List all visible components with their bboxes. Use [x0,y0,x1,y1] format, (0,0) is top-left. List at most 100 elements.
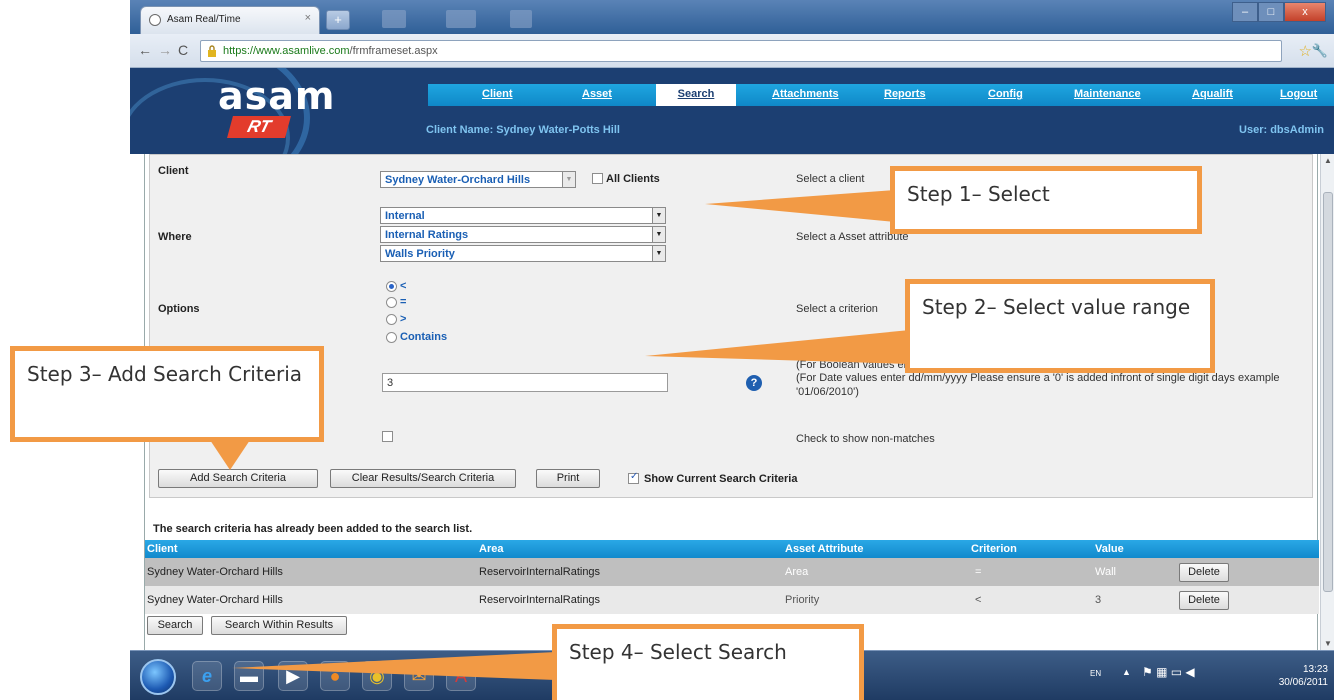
access-icon[interactable]: A [446,661,476,691]
criterion-radio-lt[interactable] [386,281,397,292]
chevron-down-icon: ▼ [562,172,575,187]
chevron-down-icon: ▼ [652,208,665,223]
all-clients-checkbox[interactable] [592,173,603,184]
nav-client[interactable]: Client [482,88,513,100]
start-button[interactable] [140,659,176,695]
criterion-radio-eq[interactable] [386,297,397,308]
criterion-label-contains: Contains [400,331,448,343]
close-window-button[interactable]: x [1284,2,1326,22]
value-help-1: Select a value [796,345,866,357]
outlook-icon[interactable]: ✉ [404,661,434,691]
where-select-1[interactable]: Internal ▼ [380,207,666,224]
criterion-radio-gt[interactable] [386,314,397,325]
where-label: Where [158,231,192,243]
all-clients-label: All Clients [606,173,660,185]
bookmark-star-icon[interactable]: ☆ [1299,42,1312,60]
page-scrollbar[interactable]: ▲ ▼ [1320,154,1334,650]
media-player-icon[interactable]: ▶ [278,661,308,691]
firefox-icon[interactable]: ● [320,661,350,691]
scroll-down-icon[interactable]: ▼ [1324,639,1332,648]
value-help-2: (For Boolean values enter [796,359,923,371]
nav-logout[interactable]: Logout [1280,88,1317,100]
tab-close-icon[interactable]: × [305,12,311,24]
results-table-header: Client Area Asset Attribute Criterion Va… [145,540,1319,558]
minimize-button[interactable]: – [1232,2,1258,22]
client-select-value: Sydney Water-Orchard Hills [385,174,531,186]
address-bar[interactable]: https://www.asamlive.com/frmframeset.asp… [200,40,1282,62]
search-button[interactable]: Search [147,616,203,635]
where-select-2[interactable]: Internal Ratings ▼ [380,226,666,243]
col-value: Value [1095,543,1124,555]
delete-button[interactable]: Delete [1179,591,1229,610]
scroll-thumb[interactable] [1323,192,1333,592]
where-select-3[interactable]: Walls Priority ▼ [380,245,666,262]
where-select-2-value: Internal Ratings [385,229,469,241]
background-window-icon [382,10,406,28]
delete-button[interactable]: Delete [1179,563,1229,582]
wrench-icon[interactable]: 🔧 [1312,43,1328,59]
show-current-criteria-checkbox[interactable] [628,471,639,484]
value-help-4: '01/06/2010') [796,386,859,398]
browser-tab[interactable]: Asam Real/Time × [140,6,320,34]
cell-value: 3 [1095,594,1102,606]
options-label: Options [158,303,200,315]
criterion-label-gt: > [400,313,407,325]
url-path-part: /frmframeset.aspx [349,45,438,57]
logo-rt-badge: RT [227,116,291,138]
ie-icon[interactable]: e [192,661,222,691]
forward-arrow-icon[interactable]: → [158,42,172,58]
window-controls: – □ x [1232,2,1326,22]
folder-icon[interactable]: ▬ [234,661,264,691]
nav-config[interactable]: Config [988,88,1023,100]
table-row: Sydney Water-Orchard Hills ReservoirInte… [145,558,1319,586]
nav-search[interactable]: Search [656,84,736,106]
non-matches-checkbox[interactable] [382,431,393,442]
reload-icon[interactable]: C [178,42,188,58]
value-input[interactable]: 3 [382,373,668,392]
language-indicator[interactable]: EN [1090,669,1101,678]
app-header: asam RT Client Asset Search Attachments … [130,68,1334,154]
criterion-radio-contains[interactable] [386,332,397,343]
system-clock[interactable]: 13:23 30/06/2011 [1279,663,1328,689]
where-select-3-value: Walls Priority [385,248,455,260]
step2-text: Step 2– Select value range [922,295,1191,319]
nav-maintenance[interactable]: Maintenance [1074,88,1141,100]
nav-reports[interactable]: Reports [884,88,926,100]
nav-attachments[interactable]: Attachments [772,88,839,100]
step1-callout: Step 1– Select [890,166,1202,234]
col-client: Client [147,543,178,555]
where-select-1-value: Internal [385,210,425,222]
help-question-icon[interactable]: ? [746,375,762,391]
cell-criterion: = [975,566,982,578]
clear-results-button[interactable]: Clear Results/Search Criteria [330,469,516,488]
cell-attribute: Priority [785,594,820,606]
chevron-down-icon: ▼ [652,227,665,242]
print-button[interactable]: Print [536,469,600,488]
nav-aqualift[interactable]: Aqualift [1192,88,1233,100]
nav-asset[interactable]: Asset [582,88,612,100]
cell-criterion: < [975,594,982,606]
client-name-label: Client Name: Sydney Water-Potts Hill [426,124,620,136]
chrome-icon[interactable]: ◉ [362,661,392,691]
tray-expand-icon[interactable]: ▲ [1122,667,1131,677]
table-row: Sydney Water-Orchard Hills ReservoirInte… [145,586,1319,614]
cell-area: ReservoirInternalRatings [479,566,601,578]
step3-text: Step 3– Add Search Criteria [27,362,303,386]
cell-value: Wall [1095,566,1116,578]
asam-logo: asam [218,74,336,118]
browser-toolbar: ← → C https://www.asamlive.com/frmframes… [130,34,1334,68]
maximize-button[interactable]: □ [1258,2,1284,22]
search-within-results-button[interactable]: Search Within Results [211,616,347,635]
new-tab-button[interactable]: + [326,10,350,30]
criterion-label-lt: < [400,280,407,292]
background-window-icon [510,10,532,28]
clock-date: 30/06/2011 [1278,677,1328,688]
add-search-criteria-button[interactable]: Add Search Criteria [158,469,318,488]
client-select[interactable]: Sydney Water-Orchard Hills ▼ [380,171,576,188]
tray-icons[interactable]: ⚑ ▦ ▭ ◀ [1142,665,1195,679]
step1-text: Step 1– Select [907,182,1050,206]
background-window-icon [446,10,476,28]
chevron-down-icon: ▼ [652,246,665,261]
scroll-up-icon[interactable]: ▲ [1324,156,1332,165]
back-arrow-icon[interactable]: ← [138,42,152,58]
